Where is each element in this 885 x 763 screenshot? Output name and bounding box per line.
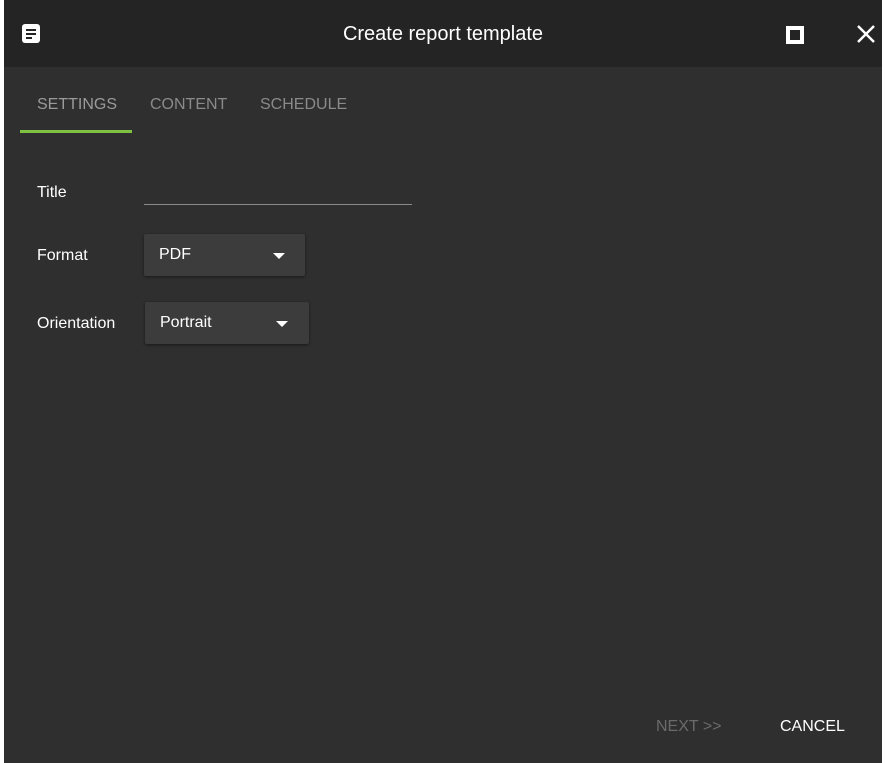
tab-schedule[interactable]: SCHEDULE [260, 95, 347, 115]
window-title: Create report template [342, 23, 544, 45]
tab-settings[interactable]: SETTINGS [37, 95, 117, 115]
orientation-select-value: Portrait [160, 314, 212, 331]
title-label: Title [37, 184, 67, 201]
next-button[interactable]: NEXT >> [656, 717, 722, 737]
title-bar: Create report template [4, 0, 882, 67]
active-tab-indicator [20, 130, 132, 133]
orientation-label: Orientation [37, 315, 116, 332]
format-select[interactable]: PDF [144, 234, 305, 276]
format-select-value: PDF [159, 246, 191, 263]
chevron-down-icon [273, 253, 285, 259]
orientation-select[interactable]: Portrait [145, 302, 309, 344]
chevron-down-icon [276, 321, 288, 327]
create-report-template-dialog: Create report template SETTINGS CONTENT … [4, 0, 882, 763]
format-label: Format [37, 247, 88, 264]
close-icon[interactable] [852, 20, 880, 48]
cancel-button[interactable]: CANCEL [780, 717, 845, 737]
title-input[interactable] [144, 172, 412, 205]
tab-content[interactable]: CONTENT [150, 95, 227, 115]
maximize-icon[interactable] [782, 22, 808, 48]
